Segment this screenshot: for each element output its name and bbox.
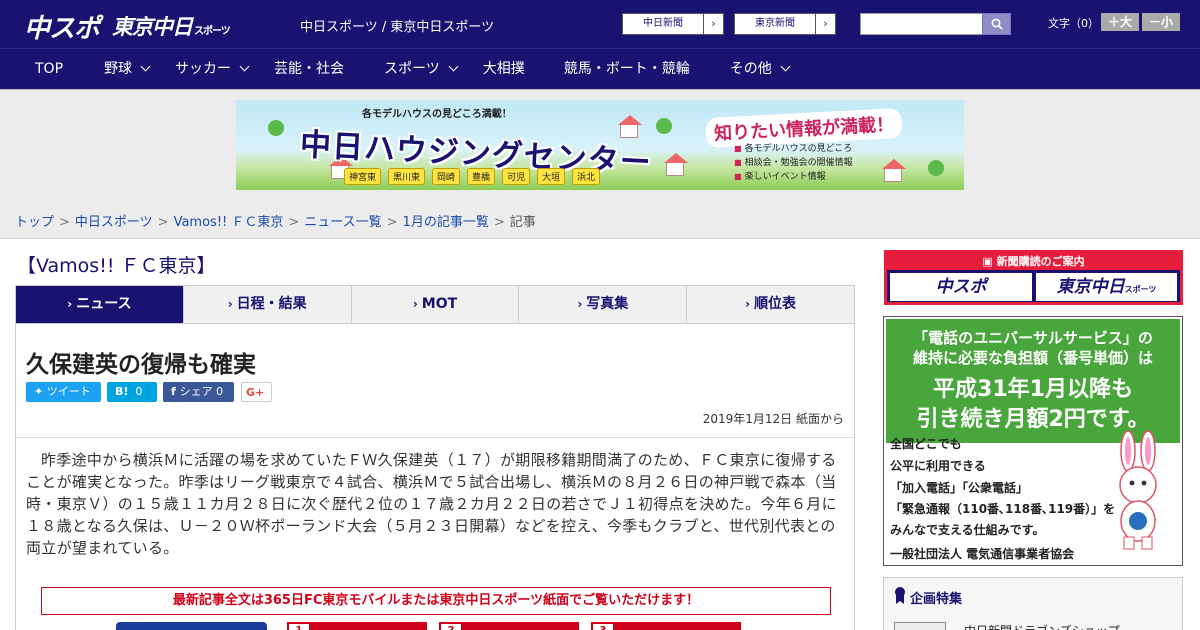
tree-icon [656, 118, 672, 134]
mobile-link-button[interactable] [116, 622, 267, 630]
chevron-right-icon: › [227, 297, 233, 311]
article-date: 2019年1月12日 紙面から [702, 412, 844, 426]
search-button[interactable] [982, 13, 1011, 35]
banner-cities: 神宮東 黒川東 岡崎 豊橋 可児 大垣 浜北 [344, 168, 607, 185]
feature-thumbnail[interactable] [894, 622, 946, 630]
tokyo-shimbun-button[interactable]: 東京新聞 › [734, 13, 836, 35]
search-input[interactable] [860, 13, 983, 35]
chevron-right-icon: › [412, 297, 418, 311]
banner-tagline: 各モデルハウスの見どころ満載！ [362, 109, 512, 120]
chevron-down-icon [140, 61, 151, 72]
feature-title: 企画特集 [910, 592, 963, 607]
ranking-item[interactable] [615, 622, 741, 630]
nav-sports[interactable]: スポーツ [384, 49, 459, 89]
top-header: 中スポ 東京中日 スポーツ 中日スポーツ / 東京中日スポーツ 中日新聞 › 東京… [0, 0, 1200, 48]
search-icon [991, 18, 1003, 30]
nav-racing[interactable]: 競馬・ボート・競輪 [564, 49, 690, 89]
tab-news[interactable]: › ニュース [16, 286, 184, 323]
ad-headline-area: 「電話のユニバーサルサービス」の 維持に必要な負担額（番号単価）は 平成31年1… [886, 319, 1180, 443]
chevron-right-icon: › [703, 14, 723, 34]
housing-center-banner[interactable]: 各モデルハウスの見どころ満載！ 中日ハウジングセンター 知りたい情報が満載！ 各… [236, 100, 964, 190]
rank-badge: 1 [287, 622, 311, 630]
nav-sumo[interactable]: 大相撲 [483, 49, 525, 89]
tab-schedule-results[interactable]: › 日程・結果 [184, 286, 352, 323]
breadcrumb-news-list[interactable]: ニュース一覧 [304, 215, 381, 230]
main-nav: TOP 野球 サッカー 芸能・社会 スポーツ 大相撲 競馬・ボート・競輪 その他 [0, 48, 1200, 89]
tab-standings[interactable]: › 順位表 [687, 286, 854, 323]
banner-feature-list: 各モデルハウスの見どころ 相談会・勉強会の開催情報 楽しいイベント情報 [734, 142, 853, 184]
breadcrumb: トップ > 中日スポーツ > Vamos!! ＦＣ東京 > ニュース一覧 >1月の記事一覧 > 記… [15, 215, 536, 230]
subscription-box[interactable]: ▣ 新聞購読のご案内 中スポ 東京中日スポーツ [884, 250, 1183, 305]
chevron-right-icon: › [67, 297, 73, 311]
article-headline: 久保建英の復帰も確実 [26, 352, 256, 378]
tree-icon [268, 120, 284, 136]
breadcrumb-vamos-fc-tokyo[interactable]: Vamos!! ＦＣ東京 [174, 215, 284, 230]
newspaper-icon: ▣ [982, 255, 997, 268]
house-icon [882, 159, 906, 182]
hatena-bookmark-button[interactable]: B! 0 [107, 382, 157, 402]
chevron-right-icon: › [815, 14, 835, 34]
tab-photos[interactable]: › 写真集 [519, 286, 688, 323]
nav-divider [0, 89, 1200, 90]
breadcrumb-current: 記事 [509, 215, 536, 230]
full-article-notice[interactable]: 最新記事全文は365日FC東京モバイルまたは東京中日スポーツ紙面でご覧いただけま… [41, 587, 831, 615]
breadcrumb-top[interactable]: トップ [15, 215, 54, 230]
google-plus-icon: G+ [246, 386, 265, 399]
font-size-label: 文字（0） [1048, 17, 1099, 30]
rabbit-mascot-icon [1119, 430, 1157, 550]
google-plus-button[interactable]: G+ [241, 382, 272, 402]
tab-mot[interactable]: › MOT [352, 286, 520, 323]
font-smaller-button[interactable]: －小 [1142, 13, 1180, 31]
article-body: 昨季途中から横浜Ｍに活躍の場を求めていたＦＷ久保建英（１７）が期限移籍期間満了の… [26, 451, 837, 557]
feature-section: 企画特集 中日新聞ドラゴンズショップ [883, 577, 1183, 630]
chuspo-logo[interactable]: 中スポ [24, 8, 100, 45]
tokyo-chunichi-logo[interactable]: 東京中日 スポーツ [112, 11, 231, 41]
site-title: 中日スポーツ / 東京中日スポーツ [300, 20, 495, 35]
tweet-button[interactable]: ✦ ツイート [26, 382, 101, 402]
nav-soccer[interactable]: サッカー [175, 49, 250, 89]
ranking-item[interactable] [311, 622, 427, 630]
chevron-down-icon [448, 61, 459, 72]
twitter-icon: ✦ [34, 385, 47, 398]
hatena-icon: B! [115, 385, 129, 398]
chuspo-subscribe-logo[interactable]: 中スポ [890, 273, 1032, 301]
breadcrumb-chunichi-sports[interactable]: 中日スポーツ [75, 215, 153, 230]
nav-other[interactable]: その他 [730, 49, 791, 89]
section-title: 【Vamos!! ＦＣ東京】 [17, 255, 216, 277]
ribbon-icon [895, 587, 905, 604]
tree-icon [928, 160, 944, 176]
chevron-right-icon: › [745, 297, 751, 311]
tokyo-chunichi-subscribe-logo[interactable]: 東京中日スポーツ [1036, 273, 1177, 301]
feature-item[interactable]: 中日新聞ドラゴンズショップ [964, 622, 1120, 630]
nav-top[interactable]: TOP [35, 49, 63, 89]
section-tabs: › ニュース › 日程・結果 › MOT › 写真集 › 順位表 [15, 285, 855, 324]
nav-entertainment[interactable]: 芸能・社会 [274, 49, 344, 89]
rank-badge: 3 [591, 622, 615, 630]
chevron-down-icon [780, 61, 791, 72]
breadcrumb-january-list[interactable]: 1月の記事一覧 [403, 215, 489, 230]
font-larger-button[interactable]: ＋大 [1101, 13, 1139, 31]
rank-badge: 2 [439, 622, 463, 630]
chevron-right-icon: › [577, 297, 583, 311]
universal-service-ad[interactable]: 「電話のユニバーサルサービス」の 維持に必要な負担額（番号単価）は 平成31年1… [883, 316, 1183, 566]
subscription-heading: ▣ 新聞購読のご案内 [887, 253, 1180, 270]
article-divider [16, 437, 854, 438]
facebook-share-button[interactable]: f シェア 0 [163, 382, 234, 402]
facebook-icon: f [171, 385, 180, 398]
house-icon [664, 153, 688, 176]
nav-baseball[interactable]: 野球 [104, 49, 151, 89]
chevron-down-icon [239, 61, 250, 72]
chunichi-shimbun-button[interactable]: 中日新聞 › [622, 13, 724, 35]
ranking-item[interactable] [463, 622, 579, 630]
